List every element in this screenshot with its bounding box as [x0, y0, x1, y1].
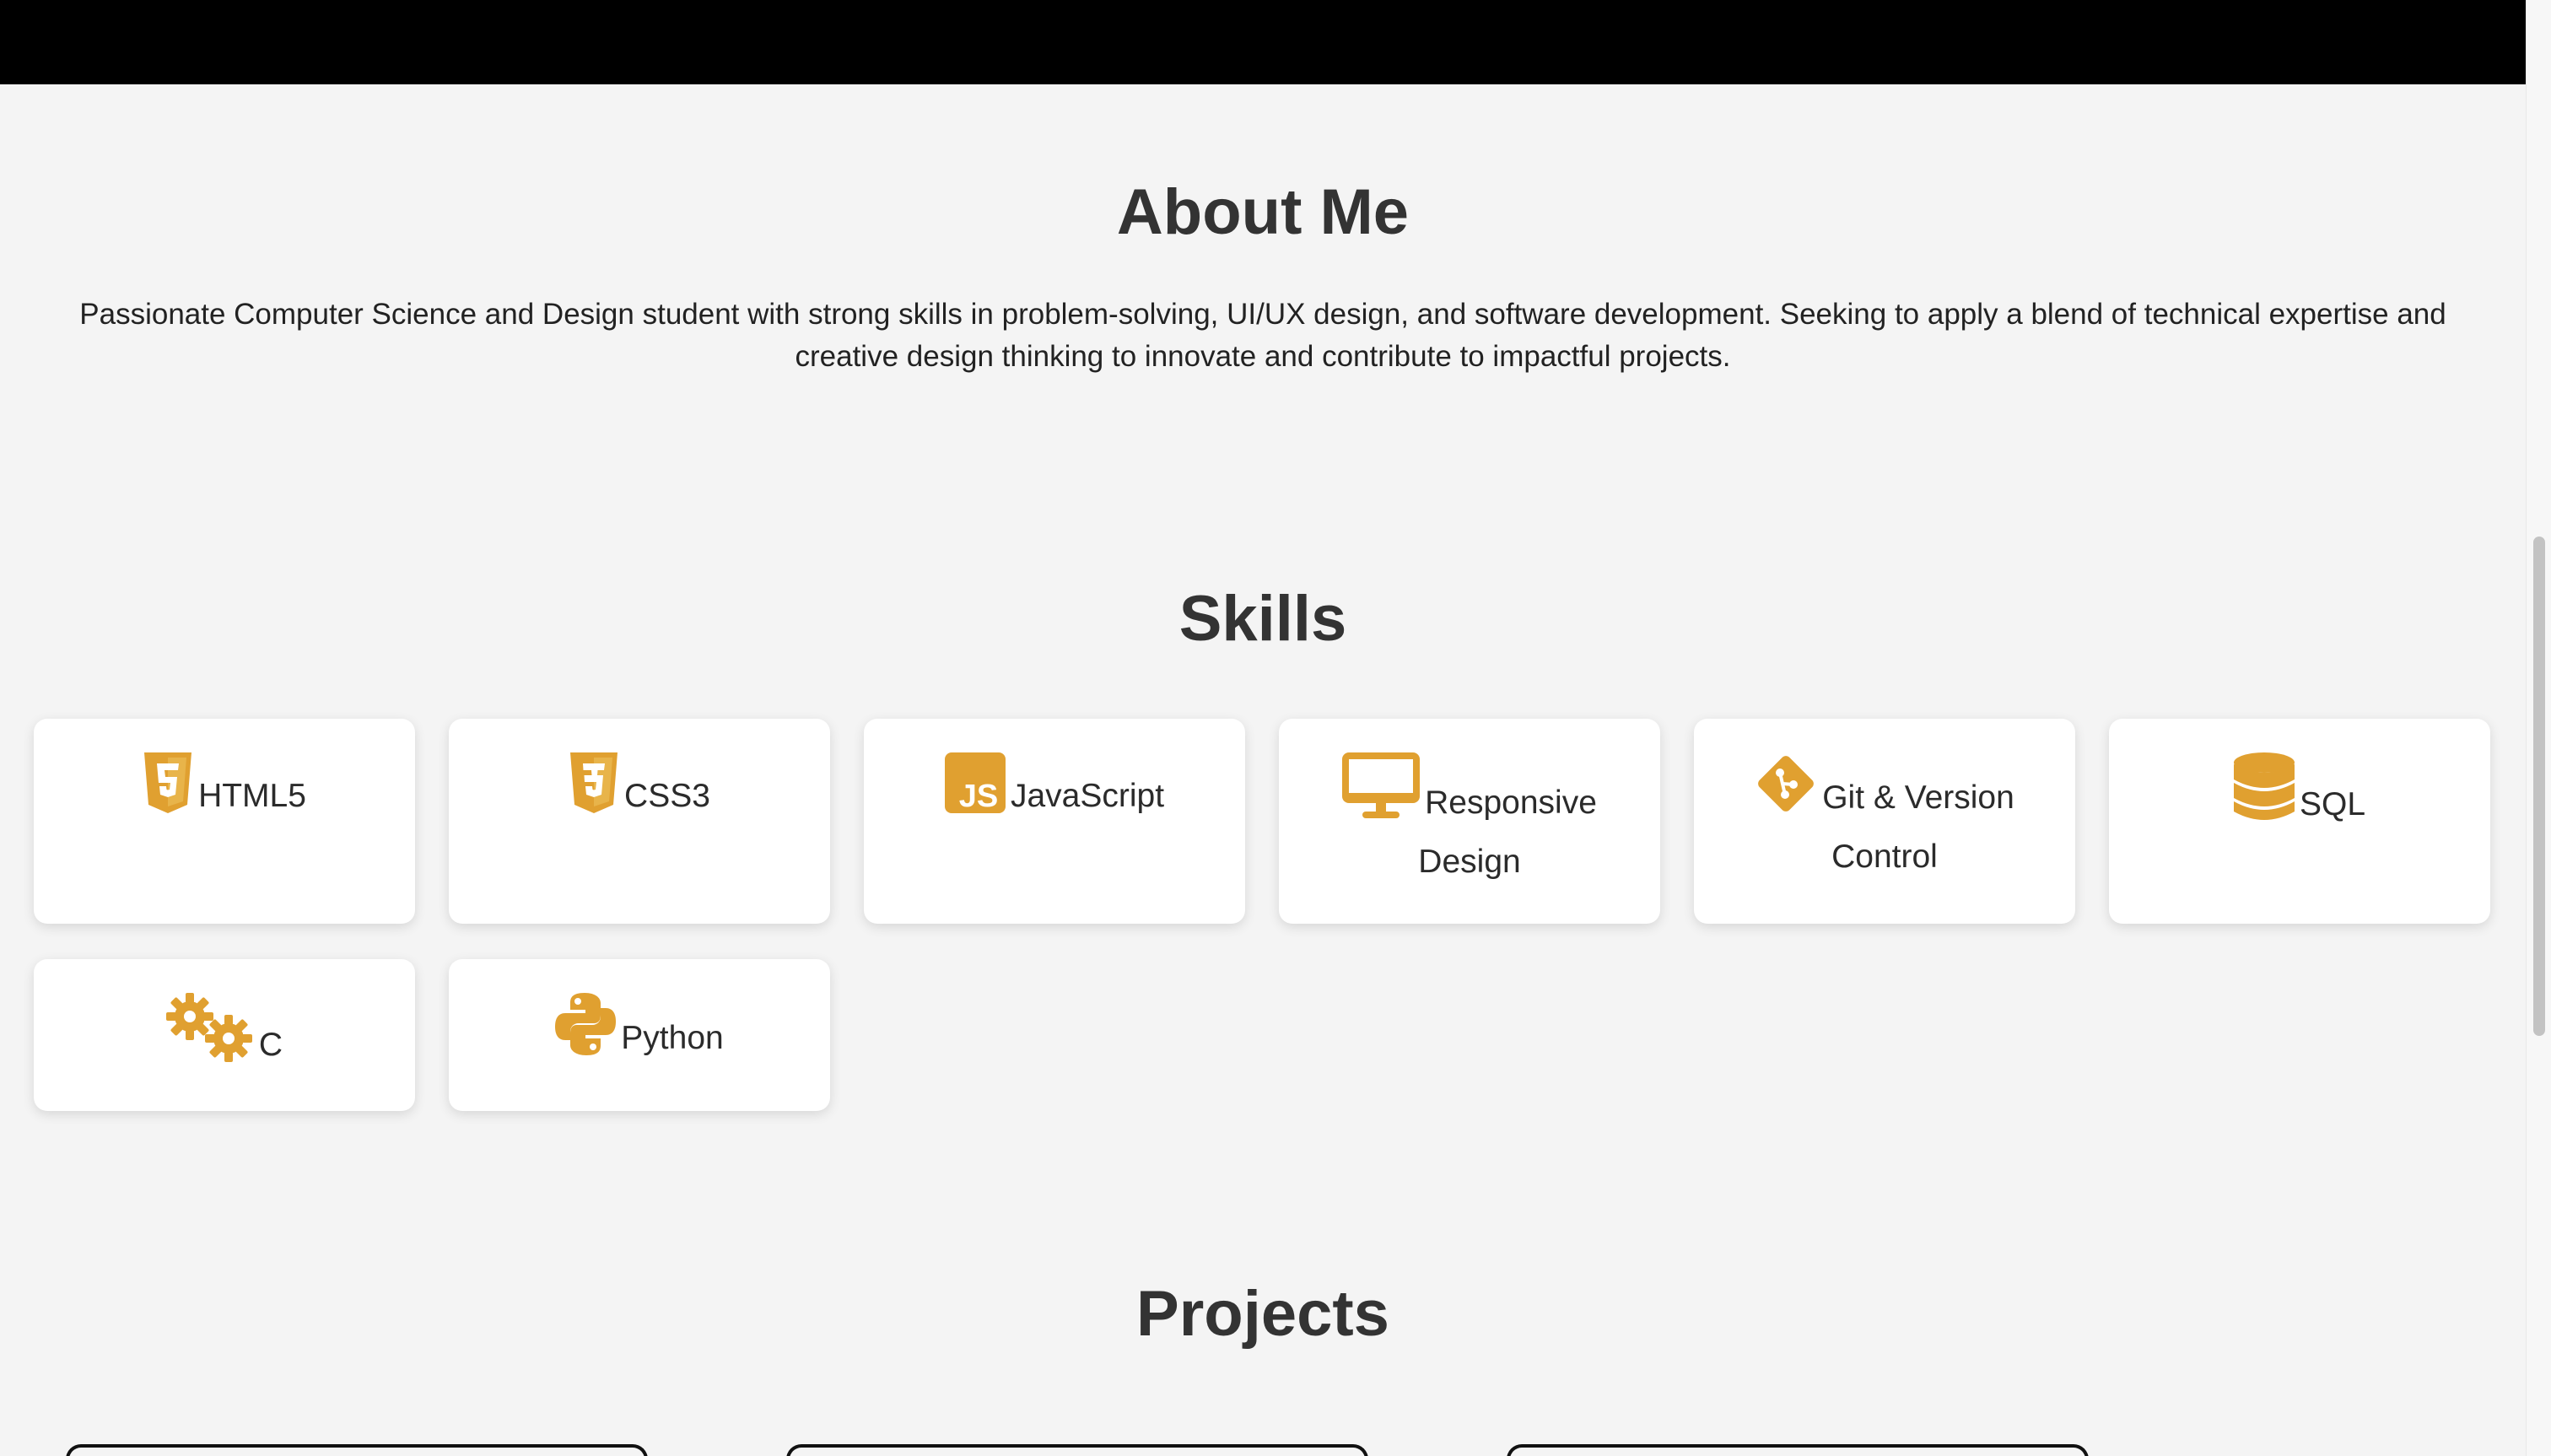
- skill-card-css3: CSS3: [449, 719, 830, 924]
- vertical-scrollbar[interactable]: [2526, 0, 2551, 1456]
- skill-card-c: C: [34, 959, 415, 1111]
- skills-title: Skills: [1178, 583, 1347, 655]
- skill-card-javascript: JS JavaScript: [864, 719, 1245, 924]
- project-card[interactable]: [1507, 1444, 2089, 1456]
- skill-label: Python: [621, 1020, 724, 1056]
- skill-card-html5: HTML5: [34, 719, 415, 924]
- skill-label: JavaScript: [1010, 778, 1165, 814]
- skill-card-responsive-design: Responsive Design: [1279, 719, 1660, 924]
- skill-label: HTML5: [198, 778, 306, 814]
- skill-card-python: Python: [449, 959, 830, 1111]
- skill-label: C: [258, 1027, 283, 1063]
- page-viewport: About Me Passionate Computer Science and…: [0, 0, 2526, 1456]
- skill-label: Responsive Design: [1418, 785, 1597, 880]
- skill-card-git: Git & Version Control: [1694, 719, 2075, 924]
- svg-text:JS: JS: [959, 779, 998, 813]
- project-card[interactable]: [786, 1444, 1368, 1456]
- about-title: About Me: [1116, 176, 1410, 248]
- gears-icon: [165, 993, 254, 1062]
- skill-label: CSS3: [624, 778, 710, 814]
- skill-label: SQL: [2299, 786, 2366, 822]
- project-card[interactable]: [66, 1444, 648, 1456]
- header-bar: [0, 0, 2526, 84]
- about-text: Passionate Computer Science and Design s…: [79, 298, 2446, 373]
- projects-title: Projects: [1136, 1278, 1389, 1350]
- database-icon: [2233, 752, 2295, 822]
- scrollbar-thumb[interactable]: [2533, 537, 2545, 1036]
- javascript-icon: JS: [944, 752, 1006, 813]
- skill-label: Git & Version Control: [1822, 779, 2014, 875]
- python-icon: [555, 993, 617, 1055]
- git-icon: [1755, 752, 1817, 815]
- skill-card-sql: SQL: [2109, 719, 2490, 924]
- skills-grid: HTML5 CSS3 JS JavaScript Responsive Desi…: [34, 719, 2492, 1111]
- html5-icon: [143, 752, 193, 813]
- desktop-icon: [1342, 752, 1421, 820]
- css3-icon: [569, 752, 619, 813]
